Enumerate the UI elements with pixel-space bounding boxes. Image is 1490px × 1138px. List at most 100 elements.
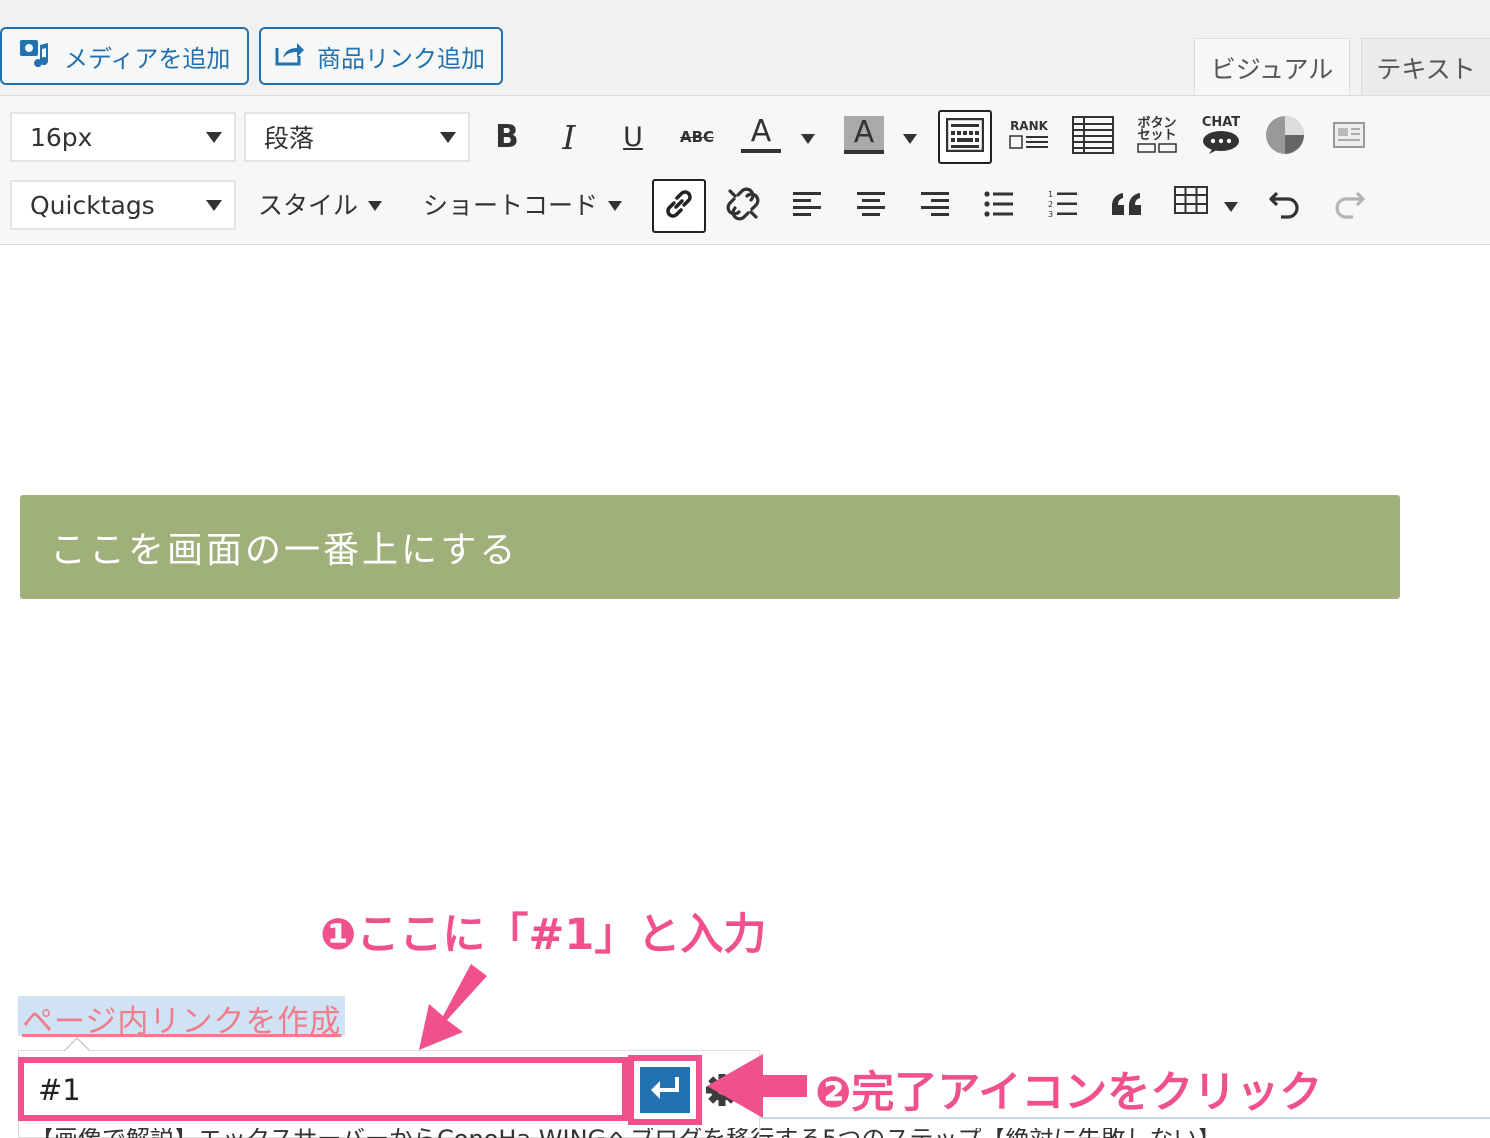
redo-button[interactable] [1322,179,1376,233]
chat-bubble-icon [1201,130,1241,158]
chevron-down-icon [440,132,456,143]
enter-icon [649,1075,681,1105]
annotation-arrow-icon [419,964,487,1050]
keyboard-icon [945,117,985,156]
add-product-link-label: 商品リンク追加 [317,44,485,73]
apply-button-frame [628,1055,702,1125]
button-set-button[interactable]: ボタン セット [1130,110,1184,164]
italic-button[interactable]: I [542,110,596,164]
add-media-button[interactable]: メディアを追加 [0,27,249,85]
strikethrough-icon: ABC [679,128,715,146]
bulleted-list-icon [983,190,1015,222]
text-color-icon: A [750,114,772,149]
unlink-button[interactable] [716,179,770,233]
table-button[interactable] [1164,176,1218,230]
underline-icon: U [623,121,643,153]
align-left-button[interactable] [780,179,834,233]
newspaper-button[interactable] [1322,110,1376,164]
newspaper-icon [1331,120,1367,154]
chevron-down-icon [608,201,623,211]
apply-button[interactable] [640,1067,690,1113]
annotation-step-2: ❷完了アイコンをクリック [815,1068,1323,1118]
italic-icon: I [562,117,576,157]
font-size-value: 16px [30,122,93,152]
table-style-button[interactable] [1066,110,1120,164]
format-select[interactable]: 段落 [244,112,470,162]
background-color-icon: A [844,116,884,154]
chevron-down-icon[interactable] [801,134,815,144]
url-input[interactable] [36,1069,615,1111]
rank-button[interactable]: RANK [1002,110,1056,164]
rank-icon [1009,133,1049,155]
chat-icon-label: CHAT [1201,115,1241,130]
tab-text[interactable]: テキスト [1361,38,1490,96]
add-media-label: メディアを追加 [64,44,231,73]
link-suggestion-text: 【画像で解説】エックスサーバーからConoHa WINGへブログを移行する5つの… [30,1128,1221,1138]
button-set-label-2: セット [1137,127,1177,143]
shortcode-menu-label: ショートコード [423,191,599,220]
pie-chart-button[interactable] [1258,110,1312,164]
chevron-down-icon [206,200,222,211]
link-icon [662,187,696,225]
bulleted-list-button[interactable] [972,179,1026,233]
button-set-icon [1137,142,1177,157]
popup-caret-icon [64,1037,90,1051]
bold-button[interactable]: B [480,110,534,164]
style-menu-label: スタイル [258,191,359,220]
table-grid-icon [1174,186,1208,220]
numbered-list-button[interactable]: 123 [1036,179,1090,233]
format-value: 段落 [264,124,315,153]
heading-text: ここを画面の一番上にする [50,530,519,571]
unlink-icon [724,185,762,227]
pie-chart-icon [1264,114,1306,160]
annotation-arrow-icon [707,1054,807,1118]
rank-icon-label: RANK [1010,119,1048,133]
align-center-icon [855,190,887,222]
chat-button[interactable]: CHAT [1194,110,1248,164]
linked-text[interactable]: ページ内リンクを作成 [18,996,346,1040]
tab-visual[interactable]: ビジュアル [1194,38,1350,96]
link-suggestion[interactable]: 【画像で解説】エックスサーバーからConoHa WINGへブログを移行する5つの… [30,1128,1330,1138]
editor-toolbar: 16px 段落 B I U ABC A A RANK ボタン セット CHAT … [0,95,1490,245]
bold-icon: B [495,119,519,155]
quicktags-value: Quicktags [30,190,155,220]
undo-icon [1267,187,1303,225]
chevron-down-icon[interactable] [903,134,917,144]
align-center-button[interactable] [844,179,898,233]
underline-button[interactable]: U [606,110,660,164]
annotation-step-1: ❶ここに「#1」と入力 [320,910,767,960]
share-icon [275,40,305,72]
blockquote-button[interactable] [1100,179,1154,233]
toolbar-toggle-button[interactable] [938,110,992,164]
linked-text-label: ページ内リンクを作成 [22,1004,342,1040]
url-input-frame [18,1057,628,1121]
editor-top-bar: メディアを追加 商品リンク追加 ビジュアル テキスト [0,0,1490,96]
editor-divider [760,1117,1490,1119]
chevron-down-icon [206,132,222,143]
strikethrough-button[interactable]: ABC [670,110,724,164]
align-right-button[interactable] [908,179,962,233]
list-table-icon [1072,116,1114,158]
background-color-button[interactable]: A [837,108,891,162]
style-menu[interactable]: スタイル [258,186,383,222]
chevron-down-icon [368,201,383,211]
redo-icon [1331,187,1367,225]
svg-text:3: 3 [1048,210,1053,219]
align-left-icon [791,190,823,222]
svg-text:1: 1 [1048,190,1053,199]
text-color-button[interactable]: A [734,108,788,162]
shortcode-menu[interactable]: ショートコード [423,186,623,222]
add-product-link-button[interactable]: 商品リンク追加 [259,27,503,85]
heading-block[interactable]: ここを画面の一番上にする [20,495,1400,599]
svg-text:2: 2 [1048,200,1053,209]
media-icon [18,37,52,75]
chevron-down-icon[interactable] [1224,202,1238,212]
font-size-select[interactable]: 16px [10,112,236,162]
undo-button[interactable] [1258,179,1312,233]
quicktags-select[interactable]: Quicktags [10,180,236,230]
insert-link-button[interactable] [652,179,706,233]
align-right-icon [919,190,951,222]
text-color-bar [741,149,781,153]
numbered-list-icon: 123 [1047,189,1079,223]
quote-icon [1110,191,1144,221]
